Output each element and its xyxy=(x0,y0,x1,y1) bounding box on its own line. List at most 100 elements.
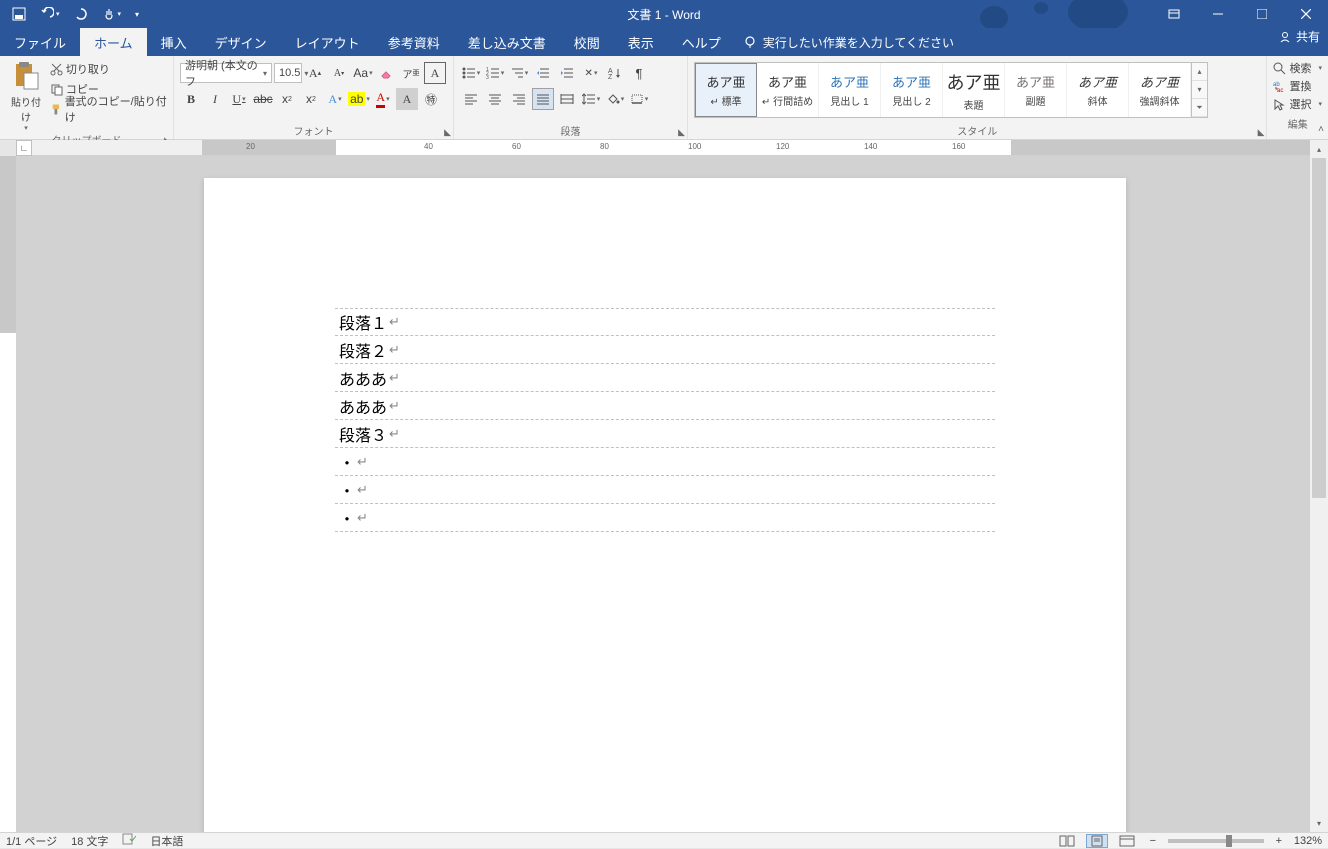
status-words[interactable]: 18 文字 xyxy=(71,833,108,849)
zoom-level[interactable]: 132% xyxy=(1294,835,1322,847)
change-case-button[interactable]: Aa xyxy=(352,62,374,84)
character-border-button[interactable]: A xyxy=(424,62,446,84)
align-left-button[interactable] xyxy=(460,88,482,110)
underline-button[interactable]: U xyxy=(228,88,250,110)
scroll-thumb[interactable] xyxy=(1312,158,1326,498)
document-line[interactable]: 段落３↵ xyxy=(335,420,995,448)
document-line[interactable]: ・↵ xyxy=(335,504,995,532)
view-read-mode-button[interactable] xyxy=(1056,834,1078,848)
borders-button[interactable] xyxy=(628,88,650,110)
tab-layout[interactable]: レイアウト xyxy=(281,28,374,56)
ribbon-display-options-button[interactable] xyxy=(1152,0,1196,28)
style-item-1[interactable]: あア亜↵ 行間詰め xyxy=(757,63,819,117)
tab-home[interactable]: ホーム xyxy=(80,28,147,56)
collapse-ribbon-button[interactable]: ˄ xyxy=(1318,124,1324,135)
tab-selector[interactable]: ∟ xyxy=(16,140,32,156)
redo-button[interactable] xyxy=(74,7,88,21)
shading-button[interactable] xyxy=(604,88,626,110)
italic-button[interactable]: I xyxy=(204,88,226,110)
undo-button[interactable]: ▾ xyxy=(40,7,60,21)
font-name-combo[interactable]: 游明朝 (本文のフ xyxy=(180,63,272,83)
ruler-vertical[interactable] xyxy=(0,156,16,832)
style-item-0[interactable]: あア亜↵ 標準 xyxy=(695,63,757,117)
shrink-font-button[interactable]: A▾ xyxy=(328,62,350,84)
style-item-5[interactable]: あア亜副題 xyxy=(1005,63,1067,117)
style-item-3[interactable]: あア亜見出し 2 xyxy=(881,63,943,117)
zoom-slider[interactable] xyxy=(1168,839,1264,843)
sort-button[interactable]: AZ xyxy=(604,62,626,84)
tab-references[interactable]: 参考資料 xyxy=(374,28,454,56)
style-item-7[interactable]: あア亜強調斜体 xyxy=(1129,63,1191,117)
scroll-down-button[interactable]: ▾ xyxy=(1310,814,1328,832)
asian-layout-button[interactable]: ✕ xyxy=(580,62,602,84)
increase-indent-button[interactable] xyxy=(556,62,578,84)
style-item-4[interactable]: あア亜表題 xyxy=(943,63,1005,117)
superscript-button[interactable]: x2 xyxy=(300,88,322,110)
tab-view[interactable]: 表示 xyxy=(614,28,668,56)
save-button[interactable] xyxy=(12,7,26,21)
line-spacing-button[interactable] xyxy=(580,88,602,110)
format-painter-button[interactable]: 書式のコピー/貼り付け xyxy=(50,100,167,118)
numbering-button[interactable]: 123 xyxy=(484,62,506,84)
tab-design[interactable]: デザイン xyxy=(201,28,281,56)
document-line[interactable]: あああ↵ xyxy=(335,392,995,420)
view-print-layout-button[interactable] xyxy=(1086,834,1108,848)
paragraph-dialog-launcher[interactable]: ◣ xyxy=(678,127,685,138)
tab-insert[interactable]: 挿入 xyxy=(147,28,201,56)
zoom-out-button[interactable]: − xyxy=(1146,835,1160,847)
character-shading-button[interactable]: A xyxy=(396,88,418,110)
tab-mailings[interactable]: 差し込み文書 xyxy=(454,28,560,56)
paste-button[interactable]: 貼り付け ▾ xyxy=(6,60,46,132)
select-button[interactable]: 選択▾ xyxy=(1273,96,1322,112)
zoom-in-button[interactable]: + xyxy=(1272,835,1286,847)
subscript-button[interactable]: x2 xyxy=(276,88,298,110)
tellme-search[interactable]: 実行したい作業を入力してください xyxy=(735,28,954,56)
styles-scroll[interactable]: ▴▾⏷ xyxy=(1191,63,1207,117)
zoom-slider-thumb[interactable] xyxy=(1226,835,1232,847)
replace-button[interactable]: abac置換 xyxy=(1273,78,1322,94)
styles-dialog-launcher[interactable]: ◣ xyxy=(1258,127,1265,138)
style-item-6[interactable]: あア亜斜体 xyxy=(1067,63,1129,117)
align-center-button[interactable] xyxy=(484,88,506,110)
document-content[interactable]: 段落１↵段落２↵あああ↵あああ↵段落３↵・↵・↵・↵ xyxy=(335,308,995,532)
document-line[interactable]: 段落１↵ xyxy=(335,308,995,336)
distribute-button[interactable] xyxy=(556,88,578,110)
touch-mode-button[interactable]: ▾ xyxy=(102,7,122,21)
align-justify-button[interactable] xyxy=(532,88,554,110)
ruler-horizontal[interactable]: ∟ 20 40 60 80 100 120 140 160 xyxy=(16,140,1310,156)
tab-help[interactable]: ヘルプ xyxy=(668,28,735,56)
minimize-button[interactable] xyxy=(1196,0,1240,28)
clear-formatting-button[interactable] xyxy=(376,62,398,84)
qat-customize-button[interactable]: ▾ xyxy=(135,10,139,19)
enclose-characters-button[interactable]: ㊕ xyxy=(420,88,442,110)
status-proofing-icon[interactable] xyxy=(122,833,136,848)
style-item-2[interactable]: あア亜見出し 1 xyxy=(819,63,881,117)
document-line[interactable]: ・↵ xyxy=(335,476,995,504)
decrease-indent-button[interactable] xyxy=(532,62,554,84)
align-right-button[interactable] xyxy=(508,88,530,110)
phonetic-guide-button[interactable]: ア亜 xyxy=(400,62,422,84)
vertical-scrollbar[interactable]: ▴ ▾ xyxy=(1310,140,1328,832)
find-button[interactable]: 検索▾ xyxy=(1273,60,1322,76)
share-button[interactable]: 共有 xyxy=(1279,28,1320,45)
text-effects-button[interactable]: A xyxy=(324,88,346,110)
maximize-button[interactable] xyxy=(1240,0,1284,28)
show-hide-marks-button[interactable]: ¶ xyxy=(628,62,650,84)
scroll-up-button[interactable]: ▴ xyxy=(1310,140,1328,158)
tab-review[interactable]: 校閲 xyxy=(560,28,614,56)
bold-button[interactable]: B xyxy=(180,88,202,110)
styles-gallery[interactable]: あア亜↵ 標準あア亜↵ 行間詰めあア亜見出し 1あア亜見出し 2あア亜表題あア亜… xyxy=(694,62,1208,118)
page[interactable]: 段落１↵段落２↵あああ↵あああ↵段落３↵・↵・↵・↵ xyxy=(204,178,1126,832)
status-language[interactable]: 日本語 xyxy=(150,833,183,849)
document-line[interactable]: 段落２↵ xyxy=(335,336,995,364)
close-button[interactable] xyxy=(1284,0,1328,28)
font-dialog-launcher[interactable]: ◣ xyxy=(444,127,451,138)
strikethrough-button[interactable]: abc xyxy=(252,88,274,110)
font-size-combo[interactable]: 10.5 xyxy=(274,63,302,83)
view-web-layout-button[interactable] xyxy=(1116,834,1138,848)
tab-file[interactable]: ファイル xyxy=(0,28,80,56)
highlight-button[interactable]: ab xyxy=(348,88,370,110)
document-line[interactable]: あああ↵ xyxy=(335,364,995,392)
font-color-button[interactable]: A xyxy=(372,88,394,110)
cut-button[interactable]: 切り取り xyxy=(50,60,167,78)
